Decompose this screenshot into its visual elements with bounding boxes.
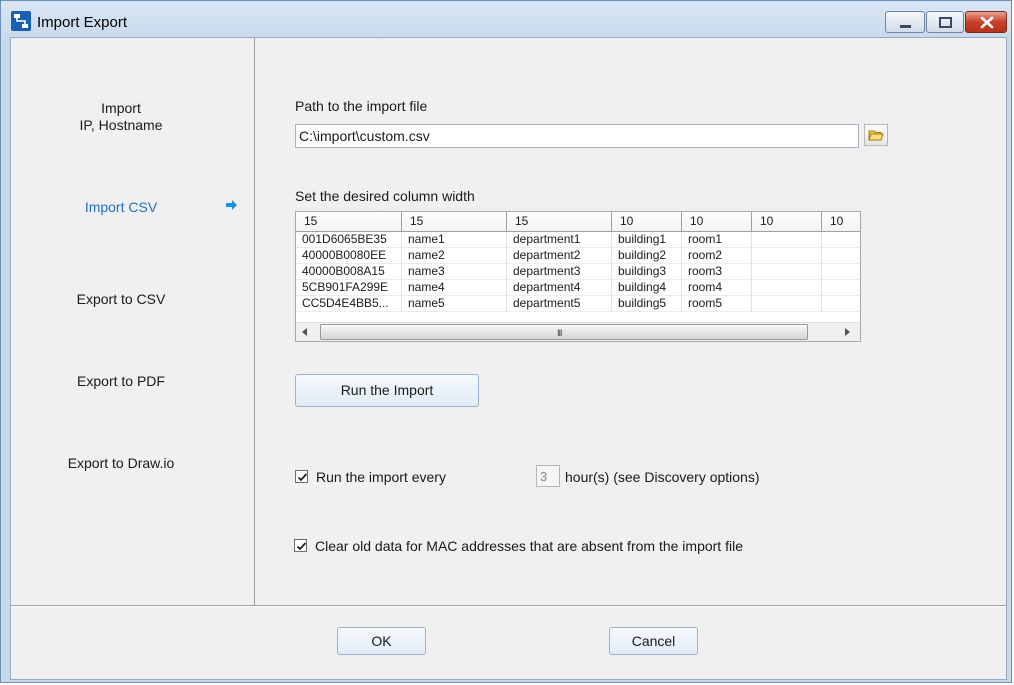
clear-old-data-checkbox[interactable] <box>294 539 307 552</box>
table-cell: building1 <box>612 232 682 248</box>
browse-button[interactable] <box>864 124 888 146</box>
table-cell: room5 <box>682 296 752 312</box>
table-cell <box>752 232 822 248</box>
csv-preview-grid[interactable]: 15 15 15 10 10 10 10 001D6065BE35 name1 de… <box>295 211 861 342</box>
sidebar-item-label: Import CSV <box>84 199 158 215</box>
close-button[interactable] <box>965 11 1007 33</box>
checkmark-icon <box>296 542 307 551</box>
title-bar[interactable]: Import Export <box>1 1 1013 37</box>
table-cell: department1 <box>507 232 612 248</box>
sidebar-item-label: Export to PDF <box>77 373 165 389</box>
table-cell: 001D6065BE35 <box>296 232 402 248</box>
ok-button[interactable]: OK <box>337 627 426 655</box>
table-cell: 40000B0080EE <box>296 248 402 264</box>
close-icon <box>980 16 994 29</box>
table-cell: CC5D4E4BB5... <box>296 296 402 312</box>
table-cell: building2 <box>612 248 682 264</box>
table-cell <box>752 264 822 280</box>
table-row: 40000B008A15 name3 department3 building3 roo… <box>296 264 860 280</box>
table-cell <box>822 280 860 296</box>
sidebar-item-import-ip-hostname[interactable]: Import IP, Hostname <box>11 100 231 134</box>
folder-icon <box>868 130 884 141</box>
cancel-button[interactable]: Cancel <box>609 627 698 655</box>
checkmark-icon <box>297 473 308 482</box>
table-cell: building4 <box>612 280 682 296</box>
table-cell: room3 <box>682 264 752 280</box>
table-cell: department3 <box>507 264 612 280</box>
clear-old-data-label: Clear old data for MAC addresses that ar… <box>315 538 743 554</box>
table-cell: name5 <box>402 296 507 312</box>
path-label: Path to the import file <box>295 98 428 114</box>
table-cell: building3 <box>612 264 682 280</box>
sidebar-item-label: Export to Draw.io <box>67 455 175 471</box>
import-export-window: Import Export Import IP, Hostname Import… <box>0 0 1012 683</box>
hours-input[interactable] <box>536 465 560 487</box>
client-area: Import IP, Hostname Import CSV Export to… <box>10 37 1007 680</box>
arrow-right-icon <box>226 198 238 210</box>
column-width-header[interactable]: 15 <box>402 212 507 232</box>
sidebar: Import IP, Hostname Import CSV Export to… <box>11 38 255 605</box>
schedule-label: Run the import every <box>316 469 446 485</box>
table-cell <box>752 296 822 312</box>
column-width-header[interactable]: 15 <box>296 212 402 232</box>
table-cell <box>822 296 860 312</box>
column-width-header[interactable]: 10 <box>822 212 860 232</box>
table-cell <box>752 248 822 264</box>
minimize-button[interactable] <box>885 11 925 33</box>
import-path-input[interactable] <box>295 124 859 148</box>
column-width-header[interactable]: 10 <box>612 212 682 232</box>
scrollbar-thumb[interactable]: III <box>320 324 808 340</box>
scrollbar-grip: III <box>557 328 562 338</box>
column-width-label: Set the desired column width <box>295 188 475 204</box>
maximize-icon <box>939 17 952 28</box>
table-row: 5CB901FA299E name4 department4 building4 roo… <box>296 280 860 296</box>
run-import-button[interactable]: Run the Import <box>295 374 479 407</box>
hours-suffix-label: hour(s) (see Discovery options) <box>565 469 760 485</box>
sidebar-item-label: Export to CSV <box>76 291 166 307</box>
sidebar-item-label: Import <box>101 100 141 116</box>
table-cell: department5 <box>507 296 612 312</box>
table-row: 001D6065BE35 name1 department1 building1 roo… <box>296 232 860 248</box>
grid-header: 15 15 15 10 10 10 10 <box>296 212 860 232</box>
table-cell: department2 <box>507 248 612 264</box>
sidebar-item-import-csv[interactable]: Import CSV <box>11 199 231 216</box>
table-cell: building5 <box>612 296 682 312</box>
table-cell: room2 <box>682 248 752 264</box>
table-row: CC5D4E4BB5... name5 department5 building5 ro… <box>296 296 860 312</box>
sidebar-item-export-pdf[interactable]: Export to PDF <box>11 373 231 390</box>
table-cell: name4 <box>402 280 507 296</box>
window-title: Import Export <box>37 14 128 31</box>
table-cell: department4 <box>507 280 612 296</box>
scroll-right-icon[interactable] <box>845 328 850 336</box>
table-cell: 5CB901FA299E <box>296 280 402 296</box>
horizontal-scrollbar[interactable]: III <box>296 322 860 341</box>
table-cell: room1 <box>682 232 752 248</box>
column-width-header[interactable]: 10 <box>752 212 822 232</box>
scroll-left-icon[interactable] <box>302 328 307 336</box>
table-cell: 40000B008A15 <box>296 264 402 280</box>
table-cell: room4 <box>682 280 752 296</box>
maximize-button[interactable] <box>926 11 964 33</box>
column-width-header[interactable]: 15 <box>507 212 612 232</box>
table-cell: name2 <box>402 248 507 264</box>
table-cell <box>822 264 860 280</box>
sidebar-item-export-csv[interactable]: Export to CSV <box>11 291 231 308</box>
sidebar-item-label: IP, Hostname <box>79 117 163 133</box>
table-cell: name3 <box>402 264 507 280</box>
schedule-checkbox[interactable] <box>295 470 308 483</box>
table-cell <box>752 280 822 296</box>
table-cell: name1 <box>402 232 507 248</box>
column-width-header[interactable]: 10 <box>682 212 752 232</box>
table-row: 40000B0080EE name2 department2 building2 roo… <box>296 248 860 264</box>
table-cell <box>822 232 860 248</box>
sidebar-item-export-drawio[interactable]: Export to Draw.io <box>11 455 231 472</box>
table-cell <box>822 248 860 264</box>
footer-divider-highlight <box>11 606 1006 607</box>
app-network-icon <box>11 11 31 31</box>
minimize-icon <box>900 25 911 28</box>
